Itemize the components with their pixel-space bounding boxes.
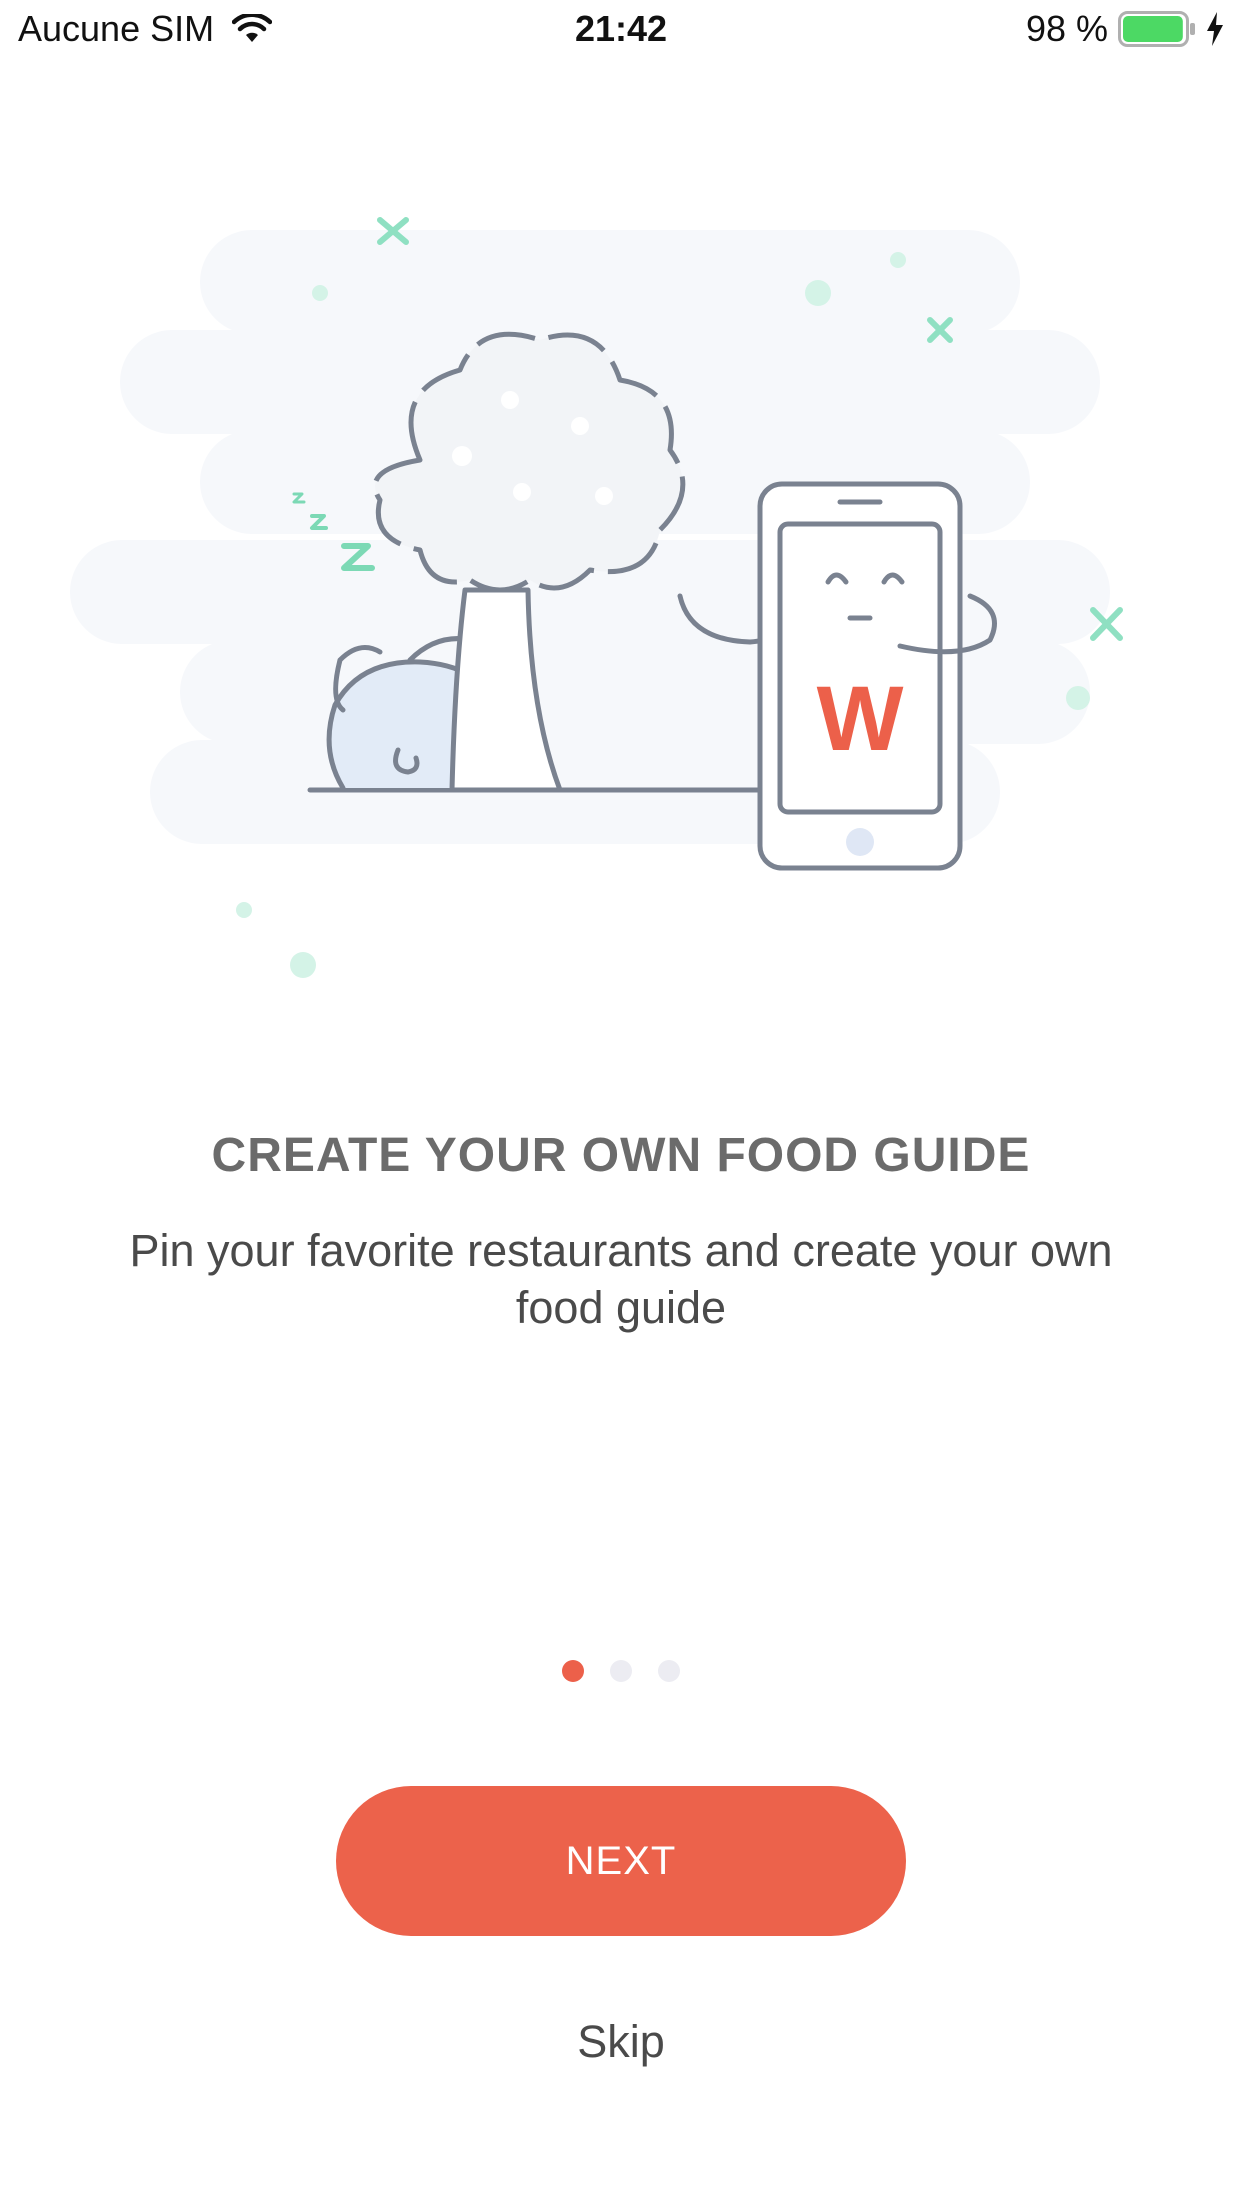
brand-logo-letter: W xyxy=(817,668,904,770)
page-dot-3[interactable] xyxy=(658,1660,680,1682)
next-button[interactable]: NEXT xyxy=(336,1786,906,1936)
page-dot-2[interactable] xyxy=(610,1660,632,1682)
charging-icon xyxy=(1206,12,1224,46)
page-indicator xyxy=(0,1660,1242,1682)
onboarding-illustration: W xyxy=(60,190,1182,990)
onboarding-description: Pin your favorite restaurants and create… xyxy=(129,1225,1113,1333)
battery-icon xyxy=(1118,11,1196,47)
battery-group: 98 % xyxy=(1026,8,1224,50)
skip-button[interactable]: Skip xyxy=(0,2016,1242,2068)
status-bar: Aucune SIM 21:42 98 % xyxy=(0,0,1242,64)
battery-percent: 98 % xyxy=(1025,8,1108,49)
onboarding-screen: Aucune SIM 21:42 98 % W CREATE YOUR OWN … xyxy=(0,0,1242,2208)
onboarding-title: CREATE YOUR OWN FOOD GUIDE xyxy=(211,1129,1031,1182)
page-dot-1[interactable] xyxy=(562,1660,584,1682)
